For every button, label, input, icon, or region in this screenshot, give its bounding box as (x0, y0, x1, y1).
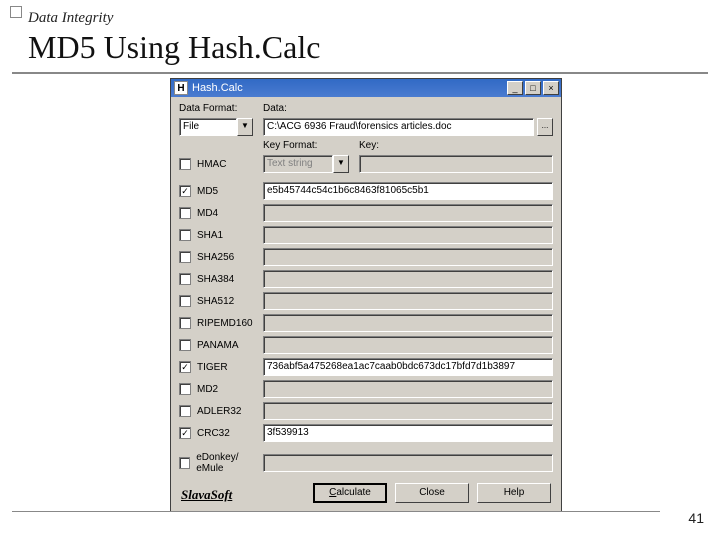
hash-checkbox[interactable] (179, 383, 191, 395)
hash-output (263, 314, 553, 332)
hash-label: ADLER32 (197, 406, 241, 417)
hash-row: eDonkey/ eMule (179, 453, 553, 473)
help-button[interactable]: Help (477, 483, 551, 503)
hash-output (263, 454, 553, 472)
data-format-label: Data Format: (179, 103, 237, 114)
hash-output (263, 292, 553, 310)
titlebar[interactable]: H Hash.Calc _ □ × (171, 79, 561, 97)
hash-row: SHA384 (179, 269, 553, 289)
hash-list: MD5 e5b45744c54c1b6c8463f81065c5b1 MD4 SHA1… (179, 181, 553, 473)
hash-label: MD4 (197, 208, 218, 219)
hash-output[interactable]: 3f539913 (263, 424, 553, 442)
hash-output (263, 336, 553, 354)
hash-row: SHA1 (179, 225, 553, 245)
hash-checkbox[interactable] (179, 251, 191, 263)
hash-row: SHA512 (179, 291, 553, 311)
hash-checkbox[interactable] (179, 273, 191, 285)
hash-label: SHA1 (197, 230, 223, 241)
minimize-button[interactable]: _ (507, 81, 523, 95)
button-bar: Calculate Close Help (179, 483, 553, 503)
data-format-select[interactable]: File (179, 118, 237, 136)
hash-row: MD5 e5b45744c54c1b6c8463f81065c5b1 (179, 181, 553, 201)
close-window-button[interactable]: × (543, 81, 559, 95)
hash-checkbox[interactable] (179, 185, 191, 197)
slide-kicker: Data Integrity (28, 10, 692, 27)
browse-button[interactable]: ... (537, 118, 553, 136)
hash-label: MD2 (197, 384, 218, 395)
hmac-checkbox[interactable] (179, 158, 191, 170)
hash-output (263, 270, 553, 288)
hash-checkbox[interactable] (179, 339, 191, 351)
data-label: Data: (263, 103, 287, 114)
slide-footer-line (12, 511, 660, 512)
hash-row: TIGER 736abf5a475268ea1ac7caab0bdc673dc17… (179, 357, 553, 377)
slide-header: Data Integrity MD5 Using Hash.Calc (12, 0, 708, 74)
maximize-button[interactable]: □ (525, 81, 541, 95)
hash-label: MD5 (197, 186, 218, 197)
hash-row: MD4 (179, 203, 553, 223)
hash-label: CRC32 (197, 428, 230, 439)
key-input (359, 155, 553, 173)
chevron-down-icon: ▼ (333, 155, 349, 173)
hash-row: PANAMA (179, 335, 553, 355)
hash-label: eDonkey/ eMule (196, 452, 263, 474)
slide-corner-accent (10, 6, 22, 18)
app-icon: H (174, 81, 188, 95)
hashcalc-window: H Hash.Calc _ □ × Data Format: Data: Fil… (170, 78, 562, 512)
key-label: Key: (359, 140, 379, 151)
hash-checkbox[interactable] (179, 207, 191, 219)
hash-checkbox[interactable] (179, 427, 191, 439)
hash-checkbox[interactable] (179, 295, 191, 307)
slide-number: 41 (688, 510, 704, 526)
hash-label: SHA512 (197, 296, 234, 307)
chevron-down-icon[interactable]: ▼ (237, 118, 253, 136)
hash-checkbox[interactable] (179, 361, 191, 373)
hash-label: PANAMA (197, 340, 239, 351)
hash-checkbox[interactable] (179, 405, 191, 417)
hash-output (263, 204, 553, 222)
data-input[interactable]: C:\ACG 6936 Fraud\forensics articles.doc (263, 118, 534, 136)
hash-label: SHA384 (197, 274, 234, 285)
close-button[interactable]: Close (395, 483, 469, 503)
hash-row: MD2 (179, 379, 553, 399)
key-format-label: Key Format: (263, 140, 317, 151)
brand-label: SlavaSoft (181, 487, 232, 503)
calculate-button[interactable]: Calculate (313, 483, 387, 503)
window-title: Hash.Calc (192, 82, 505, 94)
hash-row: ADLER32 (179, 401, 553, 421)
hash-output (263, 226, 553, 244)
hash-output (263, 380, 553, 398)
slide-title: MD5 Using Hash.Calc (28, 27, 692, 72)
hash-label: TIGER (197, 362, 228, 373)
hash-checkbox[interactable] (179, 457, 190, 469)
key-format-select: Text string (263, 155, 333, 173)
hash-output[interactable]: 736abf5a475268ea1ac7caab0bdc673dc17bfd7d… (263, 358, 553, 376)
hash-checkbox[interactable] (179, 229, 191, 241)
hash-row: RIPEMD160 (179, 313, 553, 333)
hmac-label: HMAC (197, 159, 226, 170)
window-body: Data Format: Data: File ▼ C:\ACG 6936 Fr… (171, 97, 561, 511)
hash-label: RIPEMD160 (197, 318, 253, 329)
hash-output (263, 248, 553, 266)
hash-checkbox[interactable] (179, 317, 191, 329)
hash-label: SHA256 (197, 252, 234, 263)
hash-output (263, 402, 553, 420)
hash-output[interactable]: e5b45744c54c1b6c8463f81065c5b1 (263, 182, 553, 200)
hash-row: CRC32 3f539913 (179, 423, 553, 443)
hash-row: SHA256 (179, 247, 553, 267)
